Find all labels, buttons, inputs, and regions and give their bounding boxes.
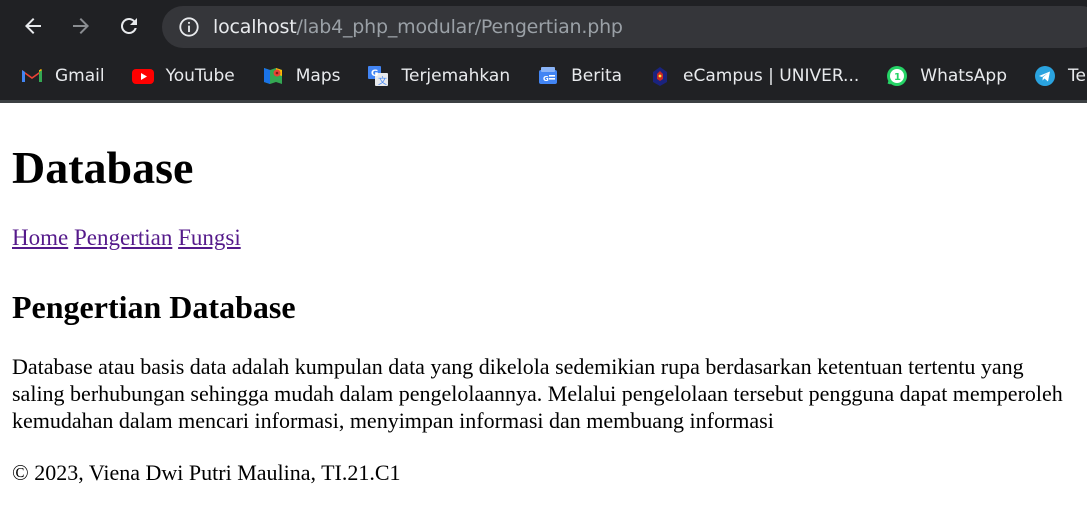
telegram-icon	[1033, 64, 1057, 88]
svg-text:1: 1	[894, 72, 901, 83]
site-info-icon[interactable]	[178, 16, 200, 38]
gmail-icon	[20, 64, 44, 88]
maps-icon	[261, 64, 285, 88]
reload-button[interactable]	[113, 10, 145, 42]
svg-text:文: 文	[378, 75, 387, 87]
bookmark-label: Telegra	[1068, 66, 1087, 86]
bookmark-translate[interactable]: G文 Terjemahkan	[366, 64, 510, 88]
browser-chrome: localhost/lab4_php_modular/Pengertian.ph…	[0, 0, 1087, 103]
back-button[interactable]	[17, 10, 49, 42]
reload-icon	[120, 17, 137, 34]
bookmark-label: WhatsApp	[920, 66, 1008, 86]
address-bar[interactable]: localhost/lab4_php_modular/Pengertian.ph…	[162, 6, 1087, 48]
browser-toolbar: localhost/lab4_php_modular/Pengertian.ph…	[0, 0, 1087, 52]
bookmark-gmail[interactable]: Gmail	[20, 64, 105, 88]
site-nav: Home Pengertian Fungsi	[12, 223, 1075, 253]
bookmark-ecampus[interactable]: eCampus | UNIVER...	[648, 64, 859, 88]
forward-button[interactable]	[65, 10, 97, 42]
chrome-divider	[0, 100, 1087, 103]
back-arrow-icon	[25, 18, 41, 34]
bookmark-label: eCampus | UNIVER...	[683, 66, 860, 86]
url-path: /lab4_php_modular/Pengertian.php	[296, 16, 623, 38]
section-paragraph: Database atau basis data adalah kumpulan…	[12, 354, 1063, 433]
bookmark-news[interactable]: G Berita	[536, 64, 622, 88]
section-heading: Pengertian Database	[12, 289, 296, 325]
translate-icon: G文	[366, 64, 390, 88]
ecampus-icon	[648, 64, 672, 88]
forward-arrow-icon	[73, 18, 89, 34]
bookmark-label: YouTube	[165, 66, 235, 86]
svg-text:G: G	[543, 75, 549, 83]
bookmark-label: Terjemahkan	[401, 66, 511, 86]
nav-link-pengertian[interactable]: Pengertian	[74, 225, 172, 250]
bookmark-youtube[interactable]: YouTube	[131, 64, 235, 88]
news-icon: G	[536, 64, 560, 88]
url-host: localhost	[213, 16, 297, 38]
bookmark-label: Gmail	[55, 66, 105, 86]
url-text[interactable]: localhost/lab4_php_modular/Pengertian.ph…	[213, 16, 623, 38]
bookmark-maps[interactable]: Maps	[261, 64, 341, 88]
bookmarks-bar: Gmail YouTube Maps G文 Terjemahkan G Beri…	[0, 52, 1087, 100]
page-title: Database	[12, 142, 194, 193]
page-footer: © 2023, Viena Dwi Putri Maulina, TI.21.C…	[12, 460, 401, 485]
bookmark-label: Berita	[571, 66, 623, 86]
nav-link-home[interactable]: Home	[12, 225, 68, 250]
youtube-icon	[131, 64, 155, 88]
page-content: Database Home Pengertian Fungsi Pengerti…	[0, 139, 1087, 488]
whatsapp-icon: 1	[885, 64, 909, 88]
nav-link-fungsi[interactable]: Fungsi	[178, 225, 241, 250]
bookmark-label: Maps	[295, 66, 341, 86]
bookmark-telegram[interactable]: Telegra	[1033, 64, 1087, 88]
bookmark-whatsapp[interactable]: 1 WhatsApp	[885, 64, 1007, 88]
